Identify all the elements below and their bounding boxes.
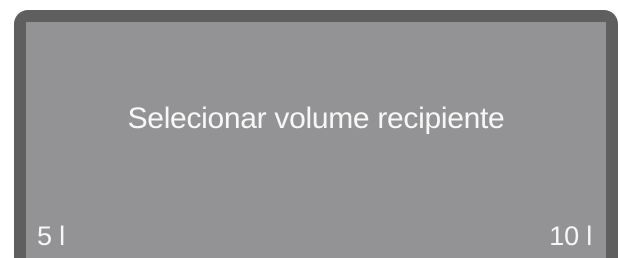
option-10-liters[interactable]: 10 l: [549, 221, 592, 252]
prompt-text: Selecionar volume recipiente: [127, 102, 505, 135]
display-screen: Selecionar volume recipiente 5 l 10 l: [26, 22, 606, 258]
option-5-liters[interactable]: 5 l: [37, 221, 65, 252]
display-bezel: Selecionar volume recipiente 5 l 10 l: [14, 10, 618, 258]
